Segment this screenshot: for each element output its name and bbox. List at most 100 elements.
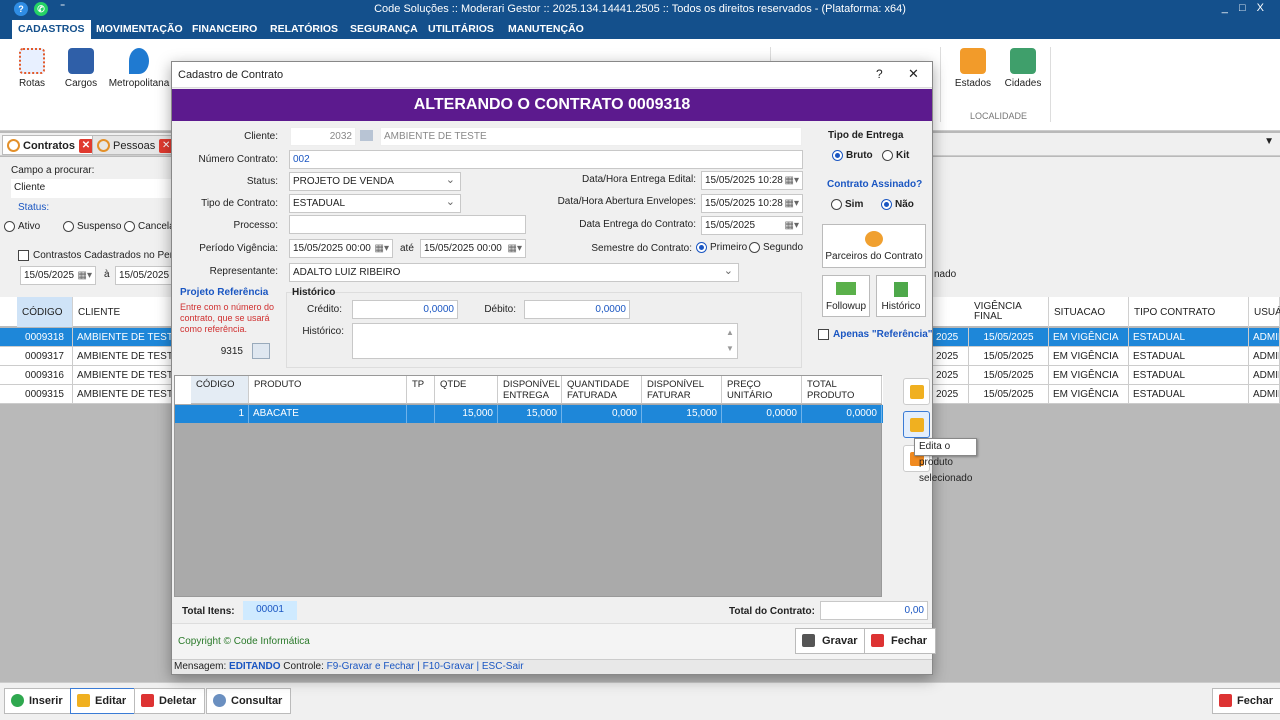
partners-icon <box>865 231 883 247</box>
ribbon-cidades[interactable]: Cidades <box>995 45 1051 89</box>
close-tab-icon[interactable]: ✕ <box>78 139 93 154</box>
city-map-icon <box>1010 48 1036 74</box>
people-icon <box>97 139 110 152</box>
col-cliente[interactable]: CLIENTE <box>73 297 173 327</box>
abertura-field[interactable]: 15/05/2025 10:28 <box>701 194 803 213</box>
ribbon-estados[interactable]: Estados <box>945 45 1001 89</box>
col-usuario[interactable]: USUÁ <box>1249 297 1280 327</box>
entrega-edital-field[interactable]: 15/05/2025 10:28 <box>701 171 803 190</box>
lookup-icon[interactable] <box>360 130 373 141</box>
entrega-contrato-field[interactable]: 15/05/2025 <box>701 216 803 235</box>
menu-relatorios[interactable]: RELATÓRIOS <box>264 20 344 39</box>
consultar-button[interactable]: Consultar <box>206 688 292 714</box>
col-tipo-contrato[interactable]: TIPO CONTRATO <box>1129 297 1249 327</box>
col-disp-faturar[interactable]: DISPONÍVEL FATURAR <box>642 376 722 404</box>
followup-button[interactable]: Followup <box>822 275 870 317</box>
vigencia-to-field[interactable]: 15/05/2025 00:00 <box>420 239 526 258</box>
tabs-menu-icon[interactable]: ▼ <box>1264 136 1274 147</box>
debito-field[interactable]: 0,0000 <box>524 300 630 319</box>
col-prod-codigo[interactable]: CÓDIGO <box>191 376 249 404</box>
proj-ref-field[interactable]: 9315 <box>186 343 246 362</box>
status-label: Status: <box>18 202 50 213</box>
status-cancelado[interactable]: Cancela <box>124 221 175 232</box>
historico-textarea[interactable] <box>352 323 738 359</box>
help-button[interactable]: ? <box>876 67 883 81</box>
total-itens-value: 00001 <box>243 601 297 620</box>
scroll-arrows-icon[interactable]: ▲ ▼ <box>726 325 734 357</box>
assinado-nao[interactable]: Não <box>881 199 914 210</box>
fechar-button[interactable]: Fechar <box>1212 688 1280 714</box>
col-preco-unitario[interactable]: PREÇO UNITÁRIO <box>722 376 802 404</box>
window-controls[interactable]: _ □ X <box>1222 2 1268 14</box>
gravar-button[interactable]: Gravar <box>795 628 867 654</box>
col-qtde[interactable]: QTDE <box>435 376 498 404</box>
parceiros-button[interactable]: Parceiros do Contrato <box>822 224 926 268</box>
entrega-bruto[interactable]: Bruto <box>832 150 873 161</box>
processo-field[interactable] <box>289 215 526 234</box>
total-contrato-label: Total do Contrato: <box>729 606 815 617</box>
menu-movimentacao[interactable]: MOVIMENTAÇÃO <box>90 20 189 39</box>
assinado-sim[interactable]: Sim <box>831 199 863 210</box>
dialog-close-button[interactable]: ✕ <box>908 66 919 82</box>
historico-button[interactable]: Histórico <box>876 275 926 317</box>
edit-product-button[interactable] <box>903 411 930 438</box>
apenas-referencia-checkbox[interactable]: Apenas "Referência" <box>818 329 933 340</box>
credito-field[interactable]: 0,0000 <box>352 300 458 319</box>
assinado-label: Contrato Assinado? <box>827 179 923 190</box>
radio-icon <box>882 150 893 161</box>
date-to-field[interactable]: 15/05/2025 <box>115 266 173 285</box>
campo-select[interactable]: Cliente <box>11 179 173 198</box>
status-select[interactable]: PROJETO DE VENDA <box>289 172 461 191</box>
menu-manutencao[interactable]: MANUTENÇÃO <box>502 20 590 39</box>
col-codigo[interactable]: CÓDIGO <box>17 297 73 327</box>
col-qtd-faturada[interactable]: QUANTIDADE FATURADA <box>562 376 642 404</box>
col-situacao[interactable]: SITUACAO <box>1049 297 1129 327</box>
menu-cadastros[interactable]: CADASTROS <box>12 20 91 39</box>
periodo-checkbox[interactable]: Contrastos Cadastrados no Período <box>18 250 193 261</box>
col-disp-entrega[interactable]: DISPONÍVEL ENTREGA <box>498 376 562 404</box>
entrega-kit[interactable]: Kit <box>882 150 909 161</box>
menu-seguranca[interactable]: SEGURANÇA <box>344 20 424 39</box>
proj-ref-help: Entre com o número do contrato, que se u… <box>180 302 275 334</box>
add-product-button[interactable] <box>903 378 930 405</box>
status-bar: Mensagem: EDITANDO Controle: F9-Gravar e… <box>172 659 932 674</box>
representante-select[interactable]: ADALTO LUIZ RIBEIRO <box>289 263 739 282</box>
contracts-icon <box>7 139 20 152</box>
semestre-segundo[interactable]: Segundo <box>749 242 803 253</box>
dialog-title: Cadastro de Contrato <box>178 69 284 81</box>
menu-utilitarios[interactable]: UTILITÁRIOS <box>422 20 500 39</box>
deletar-button[interactable]: Deletar <box>134 688 206 714</box>
status-ativo[interactable]: Ativo <box>4 221 40 232</box>
vigencia-from-field[interactable]: 15/05/2025 00:00 <box>289 239 393 258</box>
product-row[interactable]: 1 ABACATE 15,000 15,000 0,000 15,000 0,0… <box>175 405 883 423</box>
tab-contratos[interactable]: Contratos ✕ <box>2 135 98 155</box>
badge-icon <box>68 48 94 74</box>
ribbon-rotas[interactable]: Rotas <box>4 45 60 89</box>
tab-pessoas[interactable]: Pessoas ✕ <box>92 135 179 155</box>
eraser-icon <box>141 694 154 707</box>
lookup-icon[interactable] <box>252 343 270 359</box>
numero-field[interactable]: 002 <box>289 150 803 169</box>
dialog-fechar-button[interactable]: Fechar <box>864 628 937 654</box>
semestre-primeiro[interactable]: Primeiro <box>696 242 747 253</box>
cliente-code-field[interactable]: 2032 <box>290 127 356 146</box>
search-icon <box>213 694 226 707</box>
totals-bar: Total Itens: 00001 Total do Contrato: 0,… <box>172 599 932 623</box>
ribbon-cargos[interactable]: Cargos <box>53 45 109 89</box>
cliente-name-field: AMBIENTE DE TESTE <box>380 127 802 146</box>
date-from-field[interactable]: 15/05/2025 <box>20 266 96 285</box>
inserir-button[interactable]: Inserir <box>4 688 72 714</box>
col-tp[interactable]: TP <box>407 376 435 404</box>
col-total-produto[interactable]: TOTAL PRODUTO <box>802 376 882 404</box>
ribbon-metropolitana[interactable]: Metropolitana <box>108 45 170 89</box>
representante-label: Representante: <box>209 266 278 277</box>
radio-icon <box>881 199 892 210</box>
col-vigencia-final[interactable]: VIGÊNCIA FINAL <box>969 297 1049 327</box>
col-produto[interactable]: PRODUTO <box>249 376 407 404</box>
editar-button[interactable]: Editar <box>70 688 136 714</box>
tipo-select[interactable]: ESTADUAL <box>289 194 461 213</box>
product-header: CÓDIGO PRODUTO TP QTDE DISPONÍVEL ENTREG… <box>175 376 883 404</box>
menu-financeiro[interactable]: FINANCEIRO <box>186 20 263 39</box>
bottom-toolbar: Inserir Editar Deletar Consultar Fechar <box>0 682 1280 720</box>
status-suspenso[interactable]: Suspenso <box>63 221 121 232</box>
